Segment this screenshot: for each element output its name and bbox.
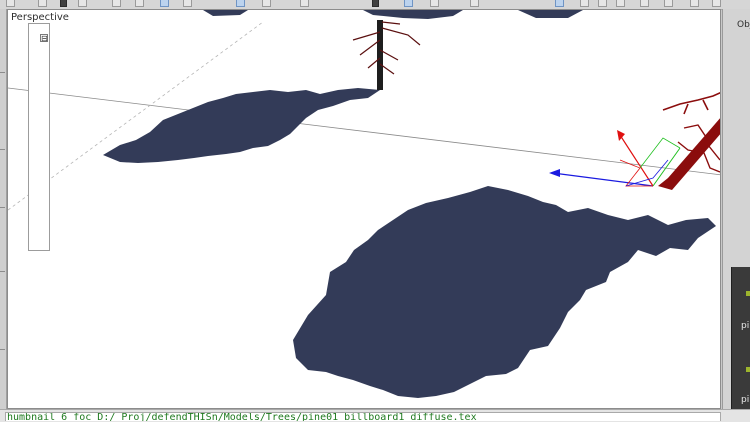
toolbar-button[interactable] bbox=[404, 0, 413, 7]
gizmo-x-axis bbox=[619, 134, 654, 187]
toolbar-button[interactable] bbox=[112, 0, 121, 7]
toolbar-button[interactable] bbox=[300, 0, 309, 7]
collapse-icon[interactable]: ⊟ bbox=[40, 34, 48, 43]
toolbar-button[interactable] bbox=[372, 0, 379, 7]
log-output: humbnail 6 foc D:/ Proj/defendTHISn/Mode… bbox=[5, 412, 721, 421]
toolbar-button[interactable] bbox=[135, 0, 144, 7]
thumbnail-item-label[interactable]: pi bbox=[741, 321, 749, 331]
gizmo-z-axis bbox=[552, 172, 654, 187]
toolbar-button[interactable] bbox=[38, 0, 47, 7]
toolbar-button[interactable] bbox=[236, 0, 245, 7]
viewport-label: Perspective bbox=[11, 12, 69, 23]
toolbar-button[interactable] bbox=[78, 0, 87, 7]
toolbar-button[interactable] bbox=[712, 0, 721, 7]
toolbar-button[interactable] bbox=[598, 0, 607, 7]
toolbar-button[interactable] bbox=[60, 0, 67, 7]
tree-branches bbox=[352, 21, 421, 75]
toolbar-button[interactable] bbox=[430, 0, 439, 7]
objects-panel-header: Obj bbox=[737, 20, 750, 30]
toolbar-button[interactable] bbox=[6, 0, 15, 7]
toolbar-button[interactable] bbox=[664, 0, 673, 7]
divider bbox=[0, 271, 5, 272]
toolbar-button[interactable] bbox=[640, 0, 649, 7]
divider bbox=[0, 72, 5, 73]
divider bbox=[0, 149, 5, 150]
asset-icon bbox=[746, 291, 750, 296]
toolbar-button[interactable] bbox=[262, 0, 271, 7]
perspective-viewport[interactable]: Perspective bbox=[7, 9, 721, 409]
left-panel-strip bbox=[0, 9, 7, 409]
gizmo-z-arrow bbox=[549, 169, 560, 177]
tree-shadow bbox=[518, 10, 583, 18]
asset-icon bbox=[746, 367, 750, 372]
tree-shadow bbox=[203, 10, 248, 16]
toolbar-button[interactable] bbox=[183, 0, 192, 7]
tree-shadow bbox=[103, 88, 380, 163]
objects-tree[interactable]: ⊟ bbox=[28, 23, 50, 251]
thumbnail-panel: pi pi bbox=[731, 267, 750, 409]
tree-branches bbox=[662, 92, 720, 115]
toolbar-button[interactable] bbox=[160, 0, 169, 7]
log-line-text: humbnail 6 foc D:/ Proj/defendTHISn/Mode… bbox=[7, 412, 477, 421]
divider bbox=[0, 349, 5, 350]
thumbnail-item-label[interactable]: pi bbox=[741, 395, 749, 405]
scene-render[interactable] bbox=[8, 10, 721, 409]
toolbar-button[interactable] bbox=[616, 0, 625, 7]
tree-trunk bbox=[377, 20, 383, 90]
toolbar-button[interactable] bbox=[580, 0, 589, 7]
gizmo-x-arrow bbox=[617, 130, 625, 141]
tree-shadow bbox=[293, 186, 716, 398]
toolbar-button[interactable] bbox=[470, 0, 479, 7]
tree-shadow bbox=[363, 10, 463, 19]
gizmo-plane bbox=[639, 137, 681, 169]
toolbar-button[interactable] bbox=[555, 0, 564, 7]
toolbar-button[interactable] bbox=[690, 0, 699, 7]
divider bbox=[0, 207, 5, 208]
